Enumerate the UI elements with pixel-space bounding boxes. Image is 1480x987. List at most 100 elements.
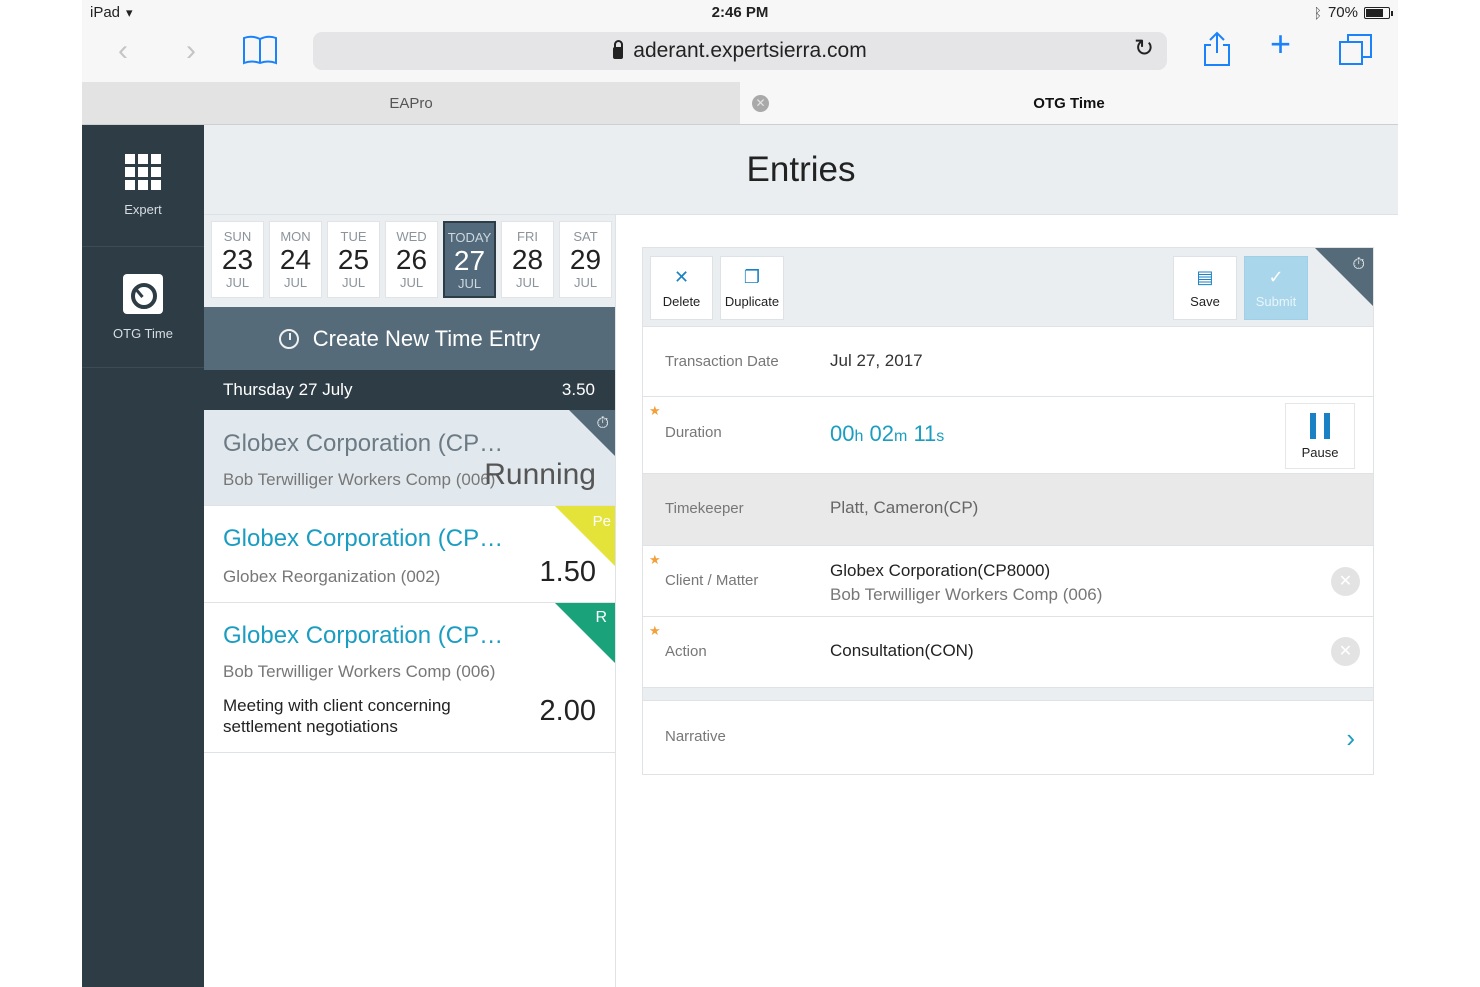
create-entry-label: Create New Time Entry — [312, 325, 541, 351]
back-icon[interactable]: ‹ — [118, 36, 128, 66]
forward-icon[interactable]: › — [186, 36, 196, 66]
clear-client-matter-icon[interactable]: ✕ — [1331, 567, 1360, 596]
day-tue[interactable]: TUE 25 JUL — [327, 221, 380, 298]
browser-toolbar: ‹ › aderant.expertsierra.com ↻ + — [82, 26, 1398, 82]
duplicate-button[interactable]: ❐ Duplicate — [720, 256, 784, 320]
time-entry-running[interactable]: Globex Corporation (CP… Bob Terwilliger … — [204, 410, 615, 506]
narrative-row[interactable]: Narrative › — [643, 701, 1373, 776]
status-badge: R — [595, 609, 607, 626]
entry-client: Globex Corporation (CP… — [223, 622, 504, 649]
day-mon[interactable]: MON 24 JUL — [269, 221, 322, 298]
url-bar[interactable]: aderant.expertsierra.com — [313, 32, 1167, 70]
sidebar-item-expert[interactable]: Expert — [82, 125, 204, 247]
action-row[interactable]: ★ Action Consultation(CON) ✕ — [643, 617, 1373, 687]
save-icon: ▤ — [1196, 266, 1214, 287]
time-entry[interactable]: Globex Corporation (CP… Globex Reorganiz… — [204, 506, 615, 603]
clear-action-icon[interactable]: ✕ — [1331, 637, 1360, 666]
entry-hours: 2.00 — [539, 695, 596, 727]
day-header-label: Thursday 27 July — [223, 380, 353, 399]
entry-status: Running — [484, 458, 596, 491]
client-matter-row[interactable]: ★ Client / Matter Globex Corporation(CP8… — [643, 546, 1373, 617]
timekeeper-value: Platt, Cameron(CP) — [830, 498, 979, 517]
entry-matter: Globex Reorganization (002) — [223, 567, 441, 586]
sidebar-item-label: Expert — [124, 202, 162, 217]
entry-matter: Bob Terwilliger Workers Comp (006) — [223, 470, 496, 489]
lock-icon — [613, 40, 624, 59]
day-wed[interactable]: WED 26 JUL — [385, 221, 438, 298]
bookmarks-icon[interactable] — [242, 34, 278, 72]
battery-percent: 70% — [1327, 4, 1358, 21]
day-sun[interactable]: SUN 23 JUL — [211, 221, 264, 298]
day-header: Thursday 27 July 3.50 — [204, 370, 615, 410]
app-grid-icon — [125, 154, 161, 190]
submit-button[interactable]: ✓ Submit — [1244, 256, 1308, 320]
page-title: Entries — [204, 125, 1398, 215]
delete-button[interactable]: ✕ Delete — [650, 256, 713, 320]
time-entry[interactable]: Globex Corporation (CP… Bob Terwilliger … — [204, 603, 615, 753]
day-today[interactable]: TODAY 27 JUL — [443, 221, 496, 298]
reload-icon[interactable]: ↻ — [1134, 34, 1154, 63]
close-icon: ✕ — [673, 266, 690, 287]
clock-icon — [278, 328, 299, 349]
copy-icon: ❐ — [743, 266, 761, 287]
status-badge: Pe — [592, 513, 611, 530]
chevron-right-icon: › — [1346, 723, 1355, 753]
share-icon[interactable] — [1202, 31, 1232, 73]
week-strip: SUN 23 JUL MON 24 JUL TUE 25 JUL WED 26 … — [204, 215, 615, 307]
new-tab-icon[interactable]: + — [1270, 26, 1291, 62]
day-fri[interactable]: FRI 28 JUL — [501, 221, 554, 298]
field-label: Action — [665, 643, 707, 660]
action-value: Consultation(CON) — [830, 641, 974, 660]
bluetooth-icon: ᛒ — [1313, 4, 1322, 21]
day-sat[interactable]: SAT 29 JUL — [559, 221, 612, 298]
entry-client: Globex Corporation (CP… — [223, 430, 504, 457]
tab-label: EAPro — [389, 94, 433, 112]
close-tab-icon[interactable]: ✕ — [752, 95, 769, 112]
app-sidebar: Expert OTG Time — [82, 125, 204, 987]
entry-client: Globex Corporation (CP… — [223, 525, 504, 552]
pause-icon — [1310, 412, 1330, 439]
field-label: Transaction Date — [665, 353, 779, 370]
duration-row: ★ Duration 00h 02m 11s Pause — [643, 397, 1373, 474]
timekeeper-row: Timekeeper Platt, Cameron(CP) — [643, 474, 1373, 546]
ipad-screen: iPad ▾ 2:46 PM ᛒ 70% ‹ › aderant.experts… — [82, 0, 1398, 987]
transaction-date-value: Jul 27, 2017 — [830, 351, 923, 370]
entry-detail: ✕ Delete ❐ Duplicate ▤ Save ✓ Submit ⏱ T… — [642, 247, 1374, 775]
clock: 2:46 PM — [711, 4, 769, 21]
duration-value: 00h 02m 11s — [830, 421, 945, 446]
required-marker-icon: ★ — [649, 552, 661, 567]
entry-narrative: Meeting with client concerning settlemen… — [223, 696, 451, 736]
save-button[interactable]: ▤ Save — [1173, 256, 1237, 320]
sidebar-item-label: OTG Time — [113, 325, 173, 341]
day-total-hours: 3.50 — [561, 380, 595, 399]
tabs-overview-icon[interactable] — [1338, 32, 1374, 72]
status-bar: iPad ▾ 2:46 PM ᛒ 70% — [82, 0, 1398, 26]
stopwatch-icon: ⏱ — [596, 415, 609, 432]
create-time-entry-button[interactable]: Create New Time Entry — [204, 307, 615, 370]
url-text: aderant.expertsierra.com — [633, 39, 867, 62]
tab-label: OTG Time — [1033, 94, 1105, 112]
client-value: Globex Corporation(CP8000) — [830, 561, 1051, 580]
entry-toolbar: ✕ Delete ❐ Duplicate ▤ Save ✓ Submit ⏱ — [643, 248, 1373, 327]
tab-eapro[interactable]: EAPro — [82, 82, 740, 124]
required-marker-icon: ★ — [649, 623, 661, 638]
battery-icon — [1364, 6, 1393, 19]
field-label: Narrative — [665, 728, 726, 745]
transaction-date-row[interactable]: Transaction Date Jul 27, 2017 — [643, 327, 1373, 397]
field-label: Client / Matter — [665, 572, 759, 589]
field-label: Duration — [665, 424, 722, 441]
matter-value: Bob Terwilliger Workers Comp (006) — [830, 585, 1103, 604]
sidebar-item-otg-time[interactable]: OTG Time — [82, 247, 204, 368]
entry-matter: Bob Terwilliger Workers Comp (006) — [223, 662, 496, 681]
section-divider — [643, 687, 1373, 701]
tab-otg-time[interactable]: ✕ OTG Time — [740, 82, 1398, 124]
browser-tabs: EAPro ✕ OTG Time — [82, 82, 1398, 125]
entries-panel: SUN 23 JUL MON 24 JUL TUE 25 JUL WED 26 … — [204, 215, 616, 987]
check-icon: ✓ — [1268, 266, 1284, 287]
client-matter-value: Globex Corporation(CP8000) Bob Terwillig… — [830, 559, 1102, 607]
required-marker-icon: ★ — [649, 403, 661, 418]
stopwatch-icon: ⏱ — [1352, 256, 1365, 273]
field-label: Timekeeper — [665, 500, 744, 517]
stopwatch-icon — [123, 273, 163, 314]
pause-button[interactable]: Pause — [1285, 403, 1355, 469]
